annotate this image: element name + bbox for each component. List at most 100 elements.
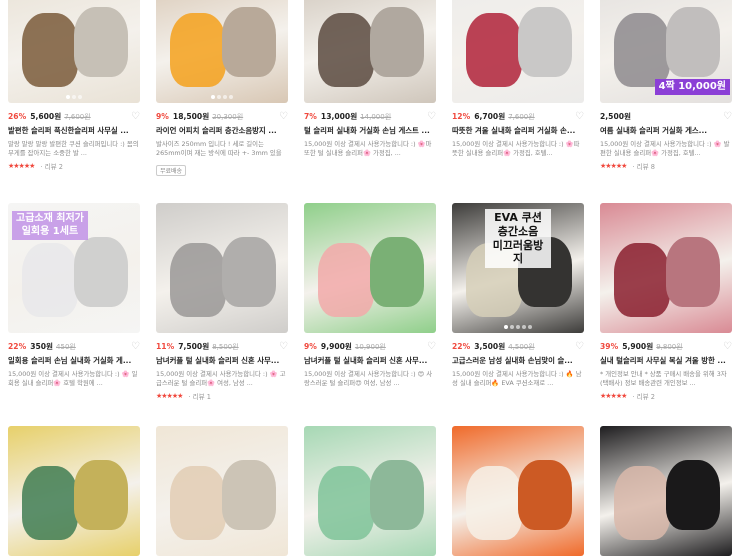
product-card[interactable]: 11% 7,500원 8,500원 ♡ 남녀커플 털 실내화 슬리퍼 신혼 사무... 1…	[156, 203, 288, 401]
original-price: 8,500원	[212, 342, 239, 351]
discount-rate: 11%	[156, 342, 175, 351]
price-row: 22% 350원 450원 ♡	[8, 341, 140, 352]
image-pager-dots[interactable]	[211, 95, 233, 99]
slipper-shape	[170, 243, 226, 317]
product-card[interactable]: 26% 5,600원 7,600원 ♡ 발편한 슬리퍼 푹신한슬리퍼 사무실 ... 말랑…	[8, 0, 140, 171]
product-card[interactable]: EVA 쿠션 층간소음 미끄러움방지 22% 3,500원 4,500원 ♡ 고급스러운 …	[452, 203, 584, 388]
price-row: 2,500원 ♡	[600, 111, 732, 122]
discount-rate: 39%	[600, 342, 619, 351]
product-card[interactable]: 9% 9,900원 10,900원 ♡ 남녀커플 털 실내화 슬리퍼 신혼 사무... 1…	[304, 203, 436, 388]
sale-price: 5,600원	[30, 112, 62, 121]
slipper-shape	[74, 460, 128, 530]
slipper-shape	[614, 466, 670, 540]
original-price: 450원	[56, 342, 76, 351]
product-image[interactable]	[452, 0, 584, 103]
price-row: 39% 5,900원 9,800원 ♡	[600, 341, 732, 352]
product-description: 말랑 말랑 말랑 발편한 쿠션 슬리퍼입니다 :) 몸의 무게를 잡아지는 소중…	[8, 140, 139, 157]
slipper-shape	[614, 243, 670, 317]
star-rating-icon: ★★★★★	[600, 161, 627, 170]
product-description: 15,000원 이상 결제시 사용가능합니다 :) 😍 사랑스러운 털 슬리퍼😍…	[304, 370, 433, 387]
heart-icon[interactable]: ♡	[575, 111, 584, 122]
price-row: 9% 18,500원 20,300원 ♡	[156, 111, 288, 122]
image-overlay-text: 4짝 10,000원	[654, 78, 730, 95]
product-title[interactable]: 고급스러운 남성 실내화 손님맞이 슬...	[452, 355, 584, 366]
product-description: 15,000원 이상 결제시 사용가능합니다 :) 🌸 고급스러운 털 슬리퍼🌸…	[156, 370, 286, 387]
product-title[interactable]: 털 슬리퍼 실내화 거실화 손님 게스트 ...	[304, 125, 436, 136]
slipper-shape	[370, 460, 424, 530]
sale-price: 6,700원	[474, 112, 506, 121]
slipper-shape	[222, 237, 276, 307]
product-description: 15,000원 이상 결제시 사용가능합니다 :) 🌸 발편한 실내용 슬리퍼🌸…	[600, 140, 730, 157]
discount-rate: 12%	[452, 112, 471, 121]
sale-price: 9,900원	[320, 342, 352, 351]
product-title[interactable]: 발편한 슬리퍼 푹신한슬리퍼 사무실 ...	[8, 125, 140, 136]
slipper-shape	[370, 237, 424, 307]
product-title[interactable]: 실내 털슬리퍼 사무실 복실 겨울 방한 ...	[600, 355, 732, 366]
heart-icon[interactable]: ♡	[723, 341, 732, 352]
product-image[interactable]	[156, 0, 288, 103]
product-image[interactable]	[8, 0, 140, 103]
product-card[interactable]: 9% 18,500원 20,300원 ♡ 라이언 어피치 슬리퍼 층간소음방지 ... 발…	[156, 0, 288, 177]
slipper-shape	[22, 243, 78, 317]
sale-price: 3,500원	[474, 342, 506, 351]
product-card[interactable]: 7% 13,000원 14,000원 ♡ 털 슬리퍼 실내화 거실화 손님 게스트 ..…	[304, 0, 436, 158]
product-card[interactable]: 39% 5,900원 9,800원 ♡ 실내 털슬리퍼 사무실 복실 겨울 방한 ...…	[600, 203, 732, 401]
product-title[interactable]: 여름 실내화 슬리퍼 거실화 게스...	[600, 125, 732, 136]
price-row: 11% 7,500원 8,500원 ♡	[156, 341, 288, 352]
product-card[interactable]: 12% 6,700원 7,600원 ♡ 따뜻한 겨울 실내화 슬리퍼 거실화 손... 1…	[452, 0, 584, 158]
sale-price: 13,000원	[320, 112, 358, 121]
heart-icon[interactable]: ♡	[427, 341, 436, 352]
price-row: 12% 6,700원 7,600원 ♡	[452, 111, 584, 122]
rating-row: ★★★★★ · 리뷰 2	[600, 391, 732, 401]
sale-price: 5,900원	[622, 342, 654, 351]
image-overlay-text: 고급소재 최저가 일회용 1세트	[12, 211, 88, 240]
image-pager-dots[interactable]	[66, 95, 82, 99]
heart-icon[interactable]: ♡	[131, 341, 140, 352]
slipper-shape	[518, 7, 572, 77]
slipper-shape	[666, 237, 720, 307]
heart-icon[interactable]: ♡	[279, 341, 288, 352]
product-title[interactable]: 일회용 슬리퍼 손님 실내화 거실화 게...	[8, 355, 140, 366]
heart-icon[interactable]: ♡	[427, 111, 436, 122]
product-image[interactable]: 4짝 10,000원	[600, 0, 732, 103]
original-price: 10,900원	[354, 342, 386, 351]
star-rating-icon: ★★★★★	[8, 161, 35, 170]
product-image[interactable]	[156, 203, 288, 333]
product-description: 15,000원 이상 결제시 사용가능합니다 :) 🌸마또한 털 실내용 슬리퍼…	[304, 140, 432, 157]
product-image[interactable]	[304, 0, 436, 103]
product-title[interactable]: 남녀커플 털 실내화 슬리퍼 신혼 사무...	[304, 355, 436, 366]
slipper-shape	[170, 13, 226, 87]
discount-rate: 9%	[156, 112, 169, 121]
product-title[interactable]: 남녀커플 털 실내화 슬리퍼 신혼 사무...	[156, 355, 288, 366]
image-pager-dots[interactable]	[504, 325, 532, 329]
slipper-shape	[74, 7, 128, 77]
product-image[interactable]: 고급소재 최저가 일회용 1세트	[8, 203, 140, 333]
original-price: 14,000원	[360, 112, 392, 121]
original-price: 7,600원	[64, 112, 91, 121]
heart-icon[interactable]: ♡	[131, 111, 140, 122]
product-title[interactable]: 라이언 어피치 슬리퍼 층간소음방지 ...	[156, 125, 288, 136]
slipper-shape	[466, 13, 522, 87]
product-image[interactable]	[600, 203, 732, 333]
slipper-shape	[22, 13, 78, 87]
product-card[interactable]: 고급소재 최저가 일회용 1세트 22% 350원 450원 ♡ 일회용 슬리퍼 손님 실…	[8, 203, 140, 388]
product-title[interactable]: 따뜻한 겨울 실내화 슬리퍼 거실화 손...	[452, 125, 584, 136]
sale-price: 2,500원	[600, 112, 632, 121]
original-price: 9,800원	[656, 342, 683, 351]
product-image[interactable]: EVA 쿠션 층간소음 미끄러움방지	[452, 203, 584, 333]
review-count: · 리뷰 2	[40, 162, 64, 171]
heart-icon[interactable]: ♡	[575, 341, 584, 352]
heart-icon[interactable]: ♡	[723, 111, 732, 122]
rating-row: ★★★★★ · 리뷰 8	[600, 161, 732, 171]
original-price: 7,600원	[508, 112, 535, 121]
slipper-shape	[666, 460, 720, 530]
heart-icon[interactable]: ♡	[279, 111, 288, 122]
product-image[interactable]	[304, 203, 436, 333]
free-shipping-badge: 무료배송	[156, 165, 187, 176]
sale-price: 7,500원	[178, 342, 210, 351]
price-row: 9% 9,900원 10,900원 ♡	[304, 341, 436, 352]
product-card[interactable]: 4짝 10,000원 2,500원 ♡ 여름 실내화 슬리퍼 거실화 게스... 15,…	[600, 0, 732, 171]
product-description: * 개인정보 안내 * 상품 구매시 배송을 위해 3자(택배사) 정보 배송관…	[600, 370, 727, 387]
discount-rate: 7%	[304, 112, 317, 121]
product-description: 15,000원 이상 결제시 사용가능합니다 :) 🌸 일회용 실내 슬리퍼🌸 …	[8, 370, 138, 387]
